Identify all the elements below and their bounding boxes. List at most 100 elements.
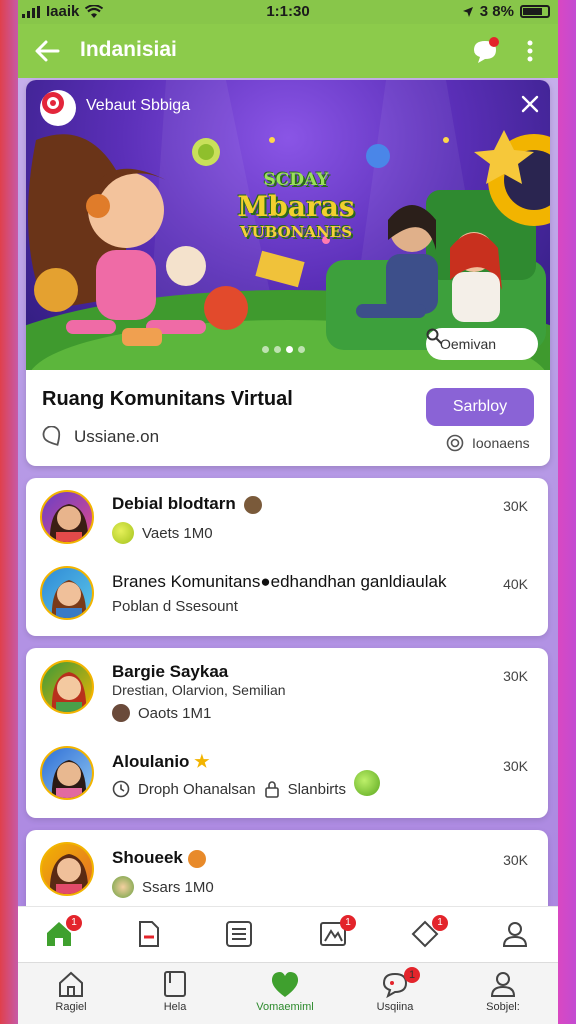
- banner-headline: SCDAY Mbaras VUBONANES: [222, 170, 370, 241]
- user-icon: [502, 922, 528, 947]
- item-sub: Droph Ohanalsan Slanbirts: [112, 770, 380, 798]
- headline-line-1: SCDAY: [263, 170, 329, 190]
- community-title: Ruang Komunitans Virtual: [42, 388, 293, 410]
- carousel-dot[interactable]: [286, 346, 293, 353]
- clock-icon: [112, 780, 130, 798]
- brand-logo-icon: [42, 92, 64, 114]
- carousel-dot[interactable]: [274, 346, 281, 353]
- list-item[interactable]: Bargie Saykaa Drestian, Olarvion, Semili…: [26, 648, 548, 728]
- item-count: 30K: [503, 668, 528, 684]
- headline-line-3: VUBONANES: [239, 223, 353, 241]
- brand-logo: [40, 90, 76, 126]
- notification-badge: 1: [432, 915, 448, 931]
- item-sub: Drestian, Olarvion, Semilian: [112, 682, 286, 698]
- list-item[interactable]: Aloulanio ★ Droph Ohanalsan Slanbirts 30…: [26, 738, 548, 818]
- list-item[interactable]: Shoueek Ssars 1M0 30K: [26, 830, 548, 910]
- location-pin-icon: [42, 426, 61, 446]
- document-nav-button[interactable]: [134, 919, 164, 949]
- tab-label: Sobjel:: [486, 1001, 520, 1013]
- tab-label: Usqiina: [376, 1001, 414, 1013]
- item-name-text: Aloulanio: [112, 752, 190, 771]
- item-sub-text: Ssars 1M0: [142, 878, 214, 896]
- orange-badge-icon: [187, 849, 206, 868]
- community-list-card-2: Bargie Saykaa Drestian, Olarvion, Semili…: [26, 648, 548, 818]
- document-icon: [139, 921, 159, 947]
- mini-avatar-icon: [112, 876, 134, 898]
- search-icon: [426, 328, 442, 344]
- avatar: [40, 490, 94, 544]
- battery-icon: [520, 5, 550, 18]
- members-icon: [446, 434, 464, 452]
- messages-nav-button[interactable]: 1: [410, 915, 448, 949]
- tab-notifications[interactable]: 1 Usqiina: [350, 967, 440, 1023]
- tab-label: Ragiel: [55, 1001, 87, 1013]
- tab-label: Hela: [163, 1001, 187, 1013]
- item-sub: Ssars 1M0: [112, 876, 214, 898]
- tab-help[interactable]: Hela: [130, 969, 220, 1023]
- list-icon: [226, 921, 252, 947]
- more-vertical-icon[interactable]: [522, 38, 538, 64]
- tennis-ball-icon: [112, 522, 134, 544]
- item-sub: Poblan d Ssesount: [112, 598, 238, 615]
- phone-screen: Iaaik 1:1:30 3 8% Indanisiai Vebaut Sbbi…: [18, 0, 558, 1024]
- close-icon[interactable]: [520, 94, 540, 114]
- green-ball-icon: [353, 770, 380, 796]
- notification-badge: 1: [66, 915, 82, 931]
- profile-nav-button[interactable]: [500, 919, 530, 949]
- item-sub-secondary: Oaots 1M1: [112, 704, 211, 722]
- carousel-dot[interactable]: [298, 346, 305, 353]
- banner-search-button[interactable]: Oemivan: [426, 328, 538, 360]
- status-bar: Iaaik 1:1:30 3 8%: [18, 0, 558, 24]
- lock-icon: [264, 781, 279, 798]
- house-outline-icon: [59, 971, 83, 997]
- avatar: [40, 842, 94, 896]
- item-sub-text: Poblan d Ssesount: [112, 598, 238, 615]
- notification-badge: 1: [404, 967, 420, 983]
- carousel-dots[interactable]: [262, 346, 305, 353]
- item-count: 40K: [503, 576, 528, 592]
- location-text: Ussiane.on: [74, 427, 160, 446]
- tab-community[interactable]: Vomaemiml: [240, 969, 330, 1023]
- event-banner[interactable]: Vebaut Sbbiga SCDAY Mbaras VUBONANES Oem…: [26, 80, 550, 370]
- back-arrow-icon[interactable]: [32, 36, 62, 66]
- item-name: Debial blodtarn: [112, 494, 263, 514]
- item-name: Branes Komunitans●edhandhan ganldiaulak: [112, 572, 447, 591]
- quick-action-bar: 1 1 1: [18, 906, 558, 962]
- page-title: Indanisiai: [80, 38, 177, 61]
- tab-home[interactable]: Ragiel: [26, 969, 116, 1023]
- tab-profile[interactable]: Sobjel:: [458, 969, 548, 1023]
- location-arrow-icon: [462, 6, 473, 17]
- community-hero-card: Vebaut Sbbiga SCDAY Mbaras VUBONANES Oem…: [26, 80, 550, 466]
- avatar: [40, 660, 94, 714]
- item-sub-text: Droph Ohanalsan: [138, 780, 256, 798]
- bottom-tab-bar: Ragiel Hela Vomaemiml 1 Usqiina Sobjel:: [18, 962, 558, 1024]
- list-item[interactable]: Branes Komunitans●edhandhan ganldiaulak …: [26, 556, 548, 636]
- book-icon: [164, 971, 186, 997]
- members-text: Ioonaens: [472, 435, 530, 451]
- carousel-dot[interactable]: [262, 346, 269, 353]
- item-count: 30K: [503, 758, 528, 774]
- join-button[interactable]: Sarbloy: [426, 388, 534, 426]
- community-members[interactable]: Ioonaens: [446, 434, 530, 452]
- home-nav-button[interactable]: 1: [44, 915, 82, 949]
- list-nav-button[interactable]: [224, 919, 254, 949]
- gallery-nav-button[interactable]: 1: [318, 915, 356, 949]
- banner-search-label: Oemivan: [440, 336, 497, 352]
- list-item[interactable]: Debial blodtarn Vaets 1M0 30K: [26, 478, 548, 558]
- chat-bubble-icon[interactable]: [470, 36, 500, 66]
- item-name-text: Debial blodtarn: [112, 494, 236, 513]
- item-sub: Vaets 1M0: [112, 522, 213, 544]
- heart-chat-icon: [271, 972, 299, 997]
- item-name: Aloulanio ★: [112, 752, 209, 772]
- item-name: Shoueek: [112, 848, 206, 868]
- community-location: Ussiane.on: [42, 426, 159, 448]
- mini-avatar-icon: [244, 495, 263, 514]
- tab-label: Vomaemiml: [256, 1001, 314, 1013]
- avatar: [40, 566, 94, 620]
- app-bar: Indanisiai: [18, 24, 558, 78]
- item-name-text: Shoueek: [112, 848, 183, 867]
- notification-badge: 1: [340, 915, 356, 931]
- item-count: 30K: [503, 498, 528, 514]
- avatar: [40, 746, 94, 800]
- item-count: 30K: [503, 852, 528, 868]
